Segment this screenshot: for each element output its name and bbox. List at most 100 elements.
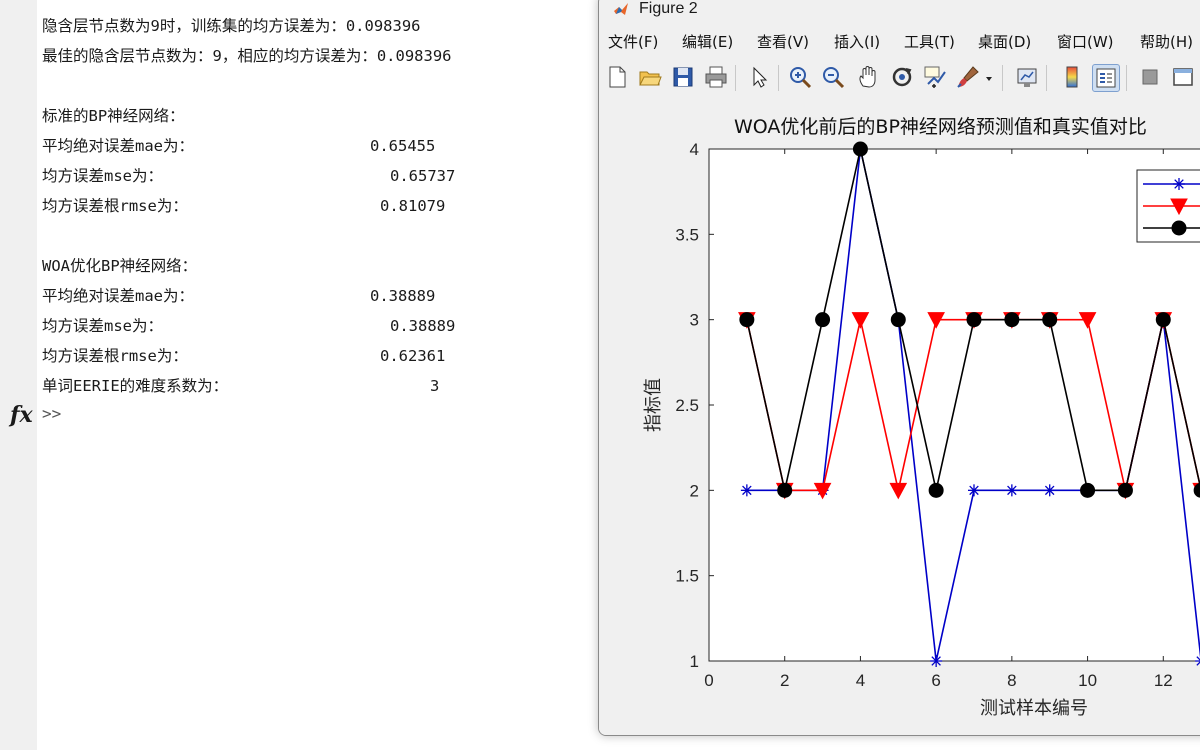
save-icon[interactable]	[670, 64, 696, 90]
output-line-mae-woa: 平均绝对误差mae为： 0.38889	[42, 284, 452, 314]
output-label: WOA优化BP神经网络：	[42, 257, 198, 275]
menu-insert[interactable]: 插入(I)	[834, 31, 880, 52]
data-point-series-3	[1004, 312, 1020, 328]
colorbar-icon[interactable]	[1059, 64, 1085, 90]
data-point-series-3	[739, 312, 755, 328]
y-tick-label: 1.5	[675, 567, 699, 586]
data-point-series-3	[890, 312, 906, 328]
menu-tools[interactable]: 工具(T)	[904, 31, 955, 52]
toolbar-separator	[1046, 65, 1047, 91]
print-icon[interactable]	[703, 64, 729, 90]
chart-title: WOA优化前后的BP神经网络预测值和真实值对比	[734, 116, 1147, 138]
output-label: 平均绝对误差mae为：	[42, 287, 194, 305]
x-tick-label: 6	[931, 671, 940, 690]
rotate-3d-icon[interactable]	[889, 64, 915, 90]
output-line-difficulty: 单词EERIE的难度系数为： 3	[42, 374, 452, 404]
output-value: 0.65455	[370, 137, 436, 155]
data-point-series-3	[1042, 312, 1058, 328]
output-line-mse-woa: 均方误差mse为： 0.38889	[42, 314, 456, 344]
menu-file[interactable]: 文件(F)	[608, 31, 658, 52]
x-tick-label: 2	[780, 671, 789, 690]
toolbar-separator	[735, 65, 736, 91]
output-label: 平均绝对误差mae为：	[42, 137, 194, 155]
menu-window[interactable]: 窗口(W)	[1057, 31, 1114, 52]
output-value: 3	[430, 377, 440, 395]
data-cursor-icon[interactable]	[922, 64, 948, 90]
toolbar-separator	[1002, 65, 1003, 91]
matlab-logo-icon	[614, 3, 628, 15]
x-tick-label: 12	[1154, 671, 1173, 690]
output-line-mse-bp: 均方误差mse为： 0.65737	[42, 164, 456, 194]
y-tick-label: 3	[690, 311, 699, 330]
command-window-gutter	[0, 0, 37, 750]
x-tick-label: 0	[704, 671, 713, 690]
zoom-in-icon[interactable]	[787, 64, 813, 90]
y-tick-label: 2	[690, 481, 699, 500]
data-point-series-3	[966, 312, 982, 328]
show-plot-tools-icon[interactable]	[1170, 64, 1196, 90]
pointer-icon[interactable]	[746, 64, 772, 90]
figure-title: Figure 2	[639, 0, 698, 17]
command-prompt[interactable]: >>	[42, 404, 61, 423]
data-point-series-1	[1005, 484, 1018, 497]
x-tick-label: 10	[1078, 671, 1097, 690]
link-plot-icon[interactable]	[1014, 64, 1040, 90]
output-value: 0.65737	[390, 167, 456, 185]
plot-area[interactable]: 0 2 4 6 8 10 12 1 1.5 2 2.5 3 3.5 4 WOA优化前后的BP神经网络预测值和…	[599, 101, 1200, 736]
output-line-mae-bp: 平均绝对误差mae为： 0.65455	[42, 134, 452, 164]
figure-toolbar	[599, 59, 1200, 97]
output-line-rmse-woa: 均方误差根rmse为： 0.62361	[42, 344, 452, 374]
command-window[interactable]: 隐含层节点数为9时，训练集的均方误差为：0.098396 最佳的隐含层节点数为：…	[0, 0, 600, 750]
output-label: 均方误差根rmse为：	[42, 197, 188, 215]
data-point-series-1	[968, 484, 980, 497]
new-figure-icon[interactable]	[604, 64, 630, 90]
data-point-series-1	[740, 484, 753, 497]
menu-view[interactable]: 查看(V)	[757, 31, 809, 52]
x-tick-label: 4	[856, 671, 865, 690]
output-line-blank	[42, 74, 452, 104]
figure-window[interactable]: Figure 2 文件(F) 编辑(E) 查看(V) 插入(I) 工具(T) 桌…	[598, 0, 1200, 736]
y-axis-label: 指标值	[643, 378, 664, 432]
line-chart[interactable]: 0 2 4 6 8 10 12 1 1.5 2 2.5 3 3.5 4 WOA优化前后的BP神经网络预测值和…	[599, 101, 1200, 736]
legend-marker-1	[1173, 178, 1185, 190]
output-line-blank	[42, 224, 452, 254]
data-point-series-3	[777, 482, 793, 498]
brush-dropdown-icon[interactable]	[983, 64, 995, 90]
output-line-woa-bp: WOA优化BP神经网络：	[42, 254, 452, 284]
output-label: 标准的BP神经网络：	[42, 107, 185, 125]
output-label: 均方误差mse为：	[42, 167, 163, 185]
data-point-series-3	[1080, 482, 1096, 498]
output-value: 0.38889	[390, 317, 456, 335]
output-label: 隐含层节点数为9时，训练集的均方误差为：0.098396	[42, 17, 421, 35]
menu-desktop[interactable]: 桌面(D)	[978, 31, 1031, 52]
output-label: 最佳的隐含层节点数为：9，相应的均方误差为：0.098396	[42, 47, 452, 65]
y-tick-label: 4	[690, 140, 699, 159]
output-line-standard-bp: 标准的BP神经网络：	[42, 104, 452, 134]
output-line-rmse-bp: 均方误差根rmse为： 0.81079	[42, 194, 452, 224]
output-line-hidden-nodes: 隐含层节点数为9时，训练集的均方误差为：0.098396	[42, 14, 452, 44]
output-label: 均方误差根rmse为：	[42, 347, 188, 365]
output-value: 0.38889	[370, 287, 436, 305]
pan-hand-icon[interactable]	[855, 64, 881, 90]
menu-help[interactable]: 帮助(H)	[1140, 31, 1193, 52]
brush-icon[interactable]	[955, 64, 981, 90]
fx-icon[interactable]: fx	[10, 402, 33, 428]
open-folder-icon[interactable]	[637, 64, 663, 90]
data-point-series-3	[815, 312, 831, 328]
legend-icon[interactable]	[1092, 64, 1120, 92]
data-point-series-3	[852, 141, 868, 157]
output-value: 0.62361	[380, 347, 446, 365]
output-label: 单词EERIE的难度系数为：	[42, 377, 229, 395]
zoom-out-icon[interactable]	[820, 64, 846, 90]
menu-edit[interactable]: 编辑(E)	[682, 31, 733, 52]
data-point-series-1	[1043, 484, 1056, 497]
legend-marker-3	[1171, 220, 1187, 236]
command-output: 隐含层节点数为9时，训练集的均方误差为：0.098396 最佳的隐含层节点数为：…	[42, 14, 456, 404]
output-line-best-nodes: 最佳的隐含层节点数为：9，相应的均方误差为：0.098396	[42, 44, 452, 74]
figure-title-bar[interactable]: Figure 2	[599, 0, 1200, 23]
toolbar-separator	[1126, 65, 1127, 91]
data-point-series-3	[928, 482, 944, 498]
data-point-series-1	[930, 655, 943, 667]
hide-plot-tools-icon[interactable]	[1137, 64, 1163, 90]
x-axis-label: 测试样本编号	[980, 698, 1088, 719]
